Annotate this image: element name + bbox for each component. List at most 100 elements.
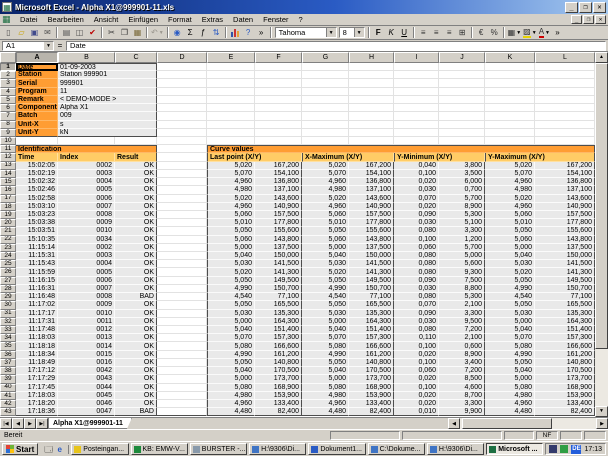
y-max-x-cell[interactable]: 5,010 [485, 219, 535, 227]
cell[interactable] [58, 137, 115, 145]
last-point-y-cell[interactable]: 143,600 [255, 195, 302, 203]
sheet-tab[interactable]: Alpha X1@999901-11 [48, 418, 132, 429]
y-max-y-cell[interactable]: 140,900 [535, 203, 595, 211]
cell[interactable] [394, 112, 439, 120]
y-max-x-cell[interactable]: 5,020 [485, 268, 535, 276]
index-cell[interactable]: 0007 [58, 203, 115, 211]
cell[interactable] [485, 63, 535, 71]
info-label-cell[interactable]: Date [16, 63, 58, 71]
y-min-x-cell[interactable]: 0,060 [394, 244, 439, 252]
last-point-x-cell[interactable]: 5,030 [207, 310, 255, 318]
y-max-y-cell[interactable]: 149,500 [535, 277, 595, 285]
time-cell[interactable]: 11:15:31 [16, 252, 58, 260]
info-label-cell[interactable]: Unit-Y [16, 129, 58, 137]
show-desktop-icon[interactable]: 🗔 [44, 445, 53, 454]
cell[interactable] [157, 285, 207, 293]
underline-button[interactable]: U [398, 27, 411, 39]
y-max-x-cell[interactable]: 4,960 [485, 203, 535, 211]
y-max-x-cell[interactable]: 5,030 [485, 310, 535, 318]
task-button-6[interactable]: C:\Dokume... [368, 443, 425, 455]
last-point-x-cell[interactable]: 5,000 [207, 375, 255, 383]
cell[interactable] [394, 88, 439, 96]
x-max-x-cell[interactable]: 4,960 [302, 400, 349, 408]
y-max-x-cell[interactable]: 4,990 [485, 351, 535, 359]
cell[interactable] [157, 268, 207, 276]
x-max-y-cell[interactable]: 143,800 [349, 236, 394, 244]
y-max-y-cell[interactable]: 141,500 [535, 260, 595, 268]
cell[interactable] [485, 71, 535, 79]
cell[interactable] [349, 121, 394, 129]
y-min-x-cell[interactable]: 0,020 [394, 351, 439, 359]
y-max-x-cell[interactable]: 5,050 [485, 359, 535, 367]
cell[interactable] [349, 88, 394, 96]
y-min-y-cell[interactable]: 5,300 [439, 211, 485, 219]
result-cell[interactable]: OK [115, 384, 157, 392]
cell[interactable] [207, 137, 255, 145]
info-label-cell[interactable]: Component [16, 104, 58, 112]
cell[interactable] [157, 359, 207, 367]
y-min-y-cell[interactable]: 3,300 [439, 227, 485, 235]
x-max-x-cell[interactable]: 5,010 [302, 219, 349, 227]
last-point-x-cell[interactable]: 5,080 [207, 384, 255, 392]
y-max-x-cell[interactable]: 5,040 [485, 367, 535, 375]
cell[interactable] [157, 145, 207, 153]
y-min-x-cell[interactable]: 0,090 [394, 211, 439, 219]
last-point-x-cell[interactable]: 5,020 [207, 195, 255, 203]
cell[interactable] [157, 104, 207, 112]
last-point-y-cell[interactable]: 77,100 [255, 293, 302, 301]
column-header-A[interactable]: A [16, 52, 58, 63]
cell[interactable] [157, 277, 207, 285]
cell[interactable] [157, 408, 207, 416]
borders-icon[interactable]: ▦▼ [507, 27, 523, 39]
x-max-x-cell[interactable]: 4,960 [302, 178, 349, 186]
result-cell[interactable]: OK [115, 392, 157, 400]
y-maximum-header-cell[interactable]: Y-Maximum (X/Y) [485, 153, 595, 161]
font-size-select[interactable]: 8▼ [339, 27, 365, 38]
row-header-12[interactable]: 12 [0, 153, 16, 161]
cell[interactable] [157, 88, 207, 96]
x-max-x-cell[interactable]: 4,540 [302, 293, 349, 301]
cell[interactable] [485, 137, 535, 145]
last-point-y-cell[interactable]: 177,800 [255, 219, 302, 227]
y-min-y-cell[interactable]: 8,800 [439, 285, 485, 293]
help-icon[interactable]: ? [242, 27, 255, 39]
cell[interactable] [157, 170, 207, 178]
time-cell[interactable]: 11:18:49 [16, 359, 58, 367]
cell[interactable] [207, 129, 255, 137]
time-cell[interactable]: 11:15:59 [16, 268, 58, 276]
x-max-x-cell[interactable]: 4,980 [302, 186, 349, 194]
row-header-24[interactable]: 24 [0, 252, 16, 260]
name-box[interactable]: A1 ▼ [2, 41, 54, 51]
y-max-y-cell[interactable]: 164,300 [535, 318, 595, 326]
y-max-y-cell[interactable]: 143,600 [535, 195, 595, 203]
time-cell[interactable]: 11:18:03 [16, 334, 58, 342]
cell[interactable] [157, 203, 207, 211]
column-header-J[interactable]: J [439, 52, 485, 63]
index-header-cell[interactable]: Index [58, 153, 115, 161]
time-cell[interactable]: 11:16:31 [16, 285, 58, 293]
result-cell[interactable]: OK [115, 162, 157, 170]
index-cell[interactable]: 0044 [58, 384, 115, 392]
x-max-y-cell[interactable]: 150,700 [349, 285, 394, 293]
result-cell[interactable]: OK [115, 260, 157, 268]
y-min-y-cell[interactable]: 7,200 [439, 326, 485, 334]
x-max-y-cell[interactable]: 135,300 [349, 310, 394, 318]
first-sheet-icon[interactable]: |◀ [0, 418, 12, 429]
info-label-cell[interactable]: Remark [16, 96, 58, 104]
row-header-42[interactable]: 42 [0, 400, 16, 408]
time-cell[interactable]: 11:17:31 [16, 318, 58, 326]
result-cell[interactable]: OK [115, 351, 157, 359]
cell[interactable] [157, 293, 207, 301]
last-point-x-cell[interactable]: 5,050 [207, 227, 255, 235]
column-header-I[interactable]: I [394, 52, 439, 63]
y-max-x-cell[interactable]: 4,480 [485, 408, 535, 416]
y-max-x-cell[interactable]: 5,030 [485, 260, 535, 268]
row-header-43[interactable]: 43 [0, 408, 16, 416]
result-cell[interactable]: OK [115, 301, 157, 309]
x-max-x-cell[interactable]: 5,070 [302, 170, 349, 178]
workbook-close-button[interactable]: ✕ [595, 15, 606, 24]
y-max-y-cell[interactable]: 133,400 [535, 400, 595, 408]
y-min-x-cell[interactable]: 0,090 [394, 277, 439, 285]
info-label-cell[interactable]: Program [16, 88, 58, 96]
font-name-select[interactable]: Tahoma▼ [275, 27, 337, 38]
